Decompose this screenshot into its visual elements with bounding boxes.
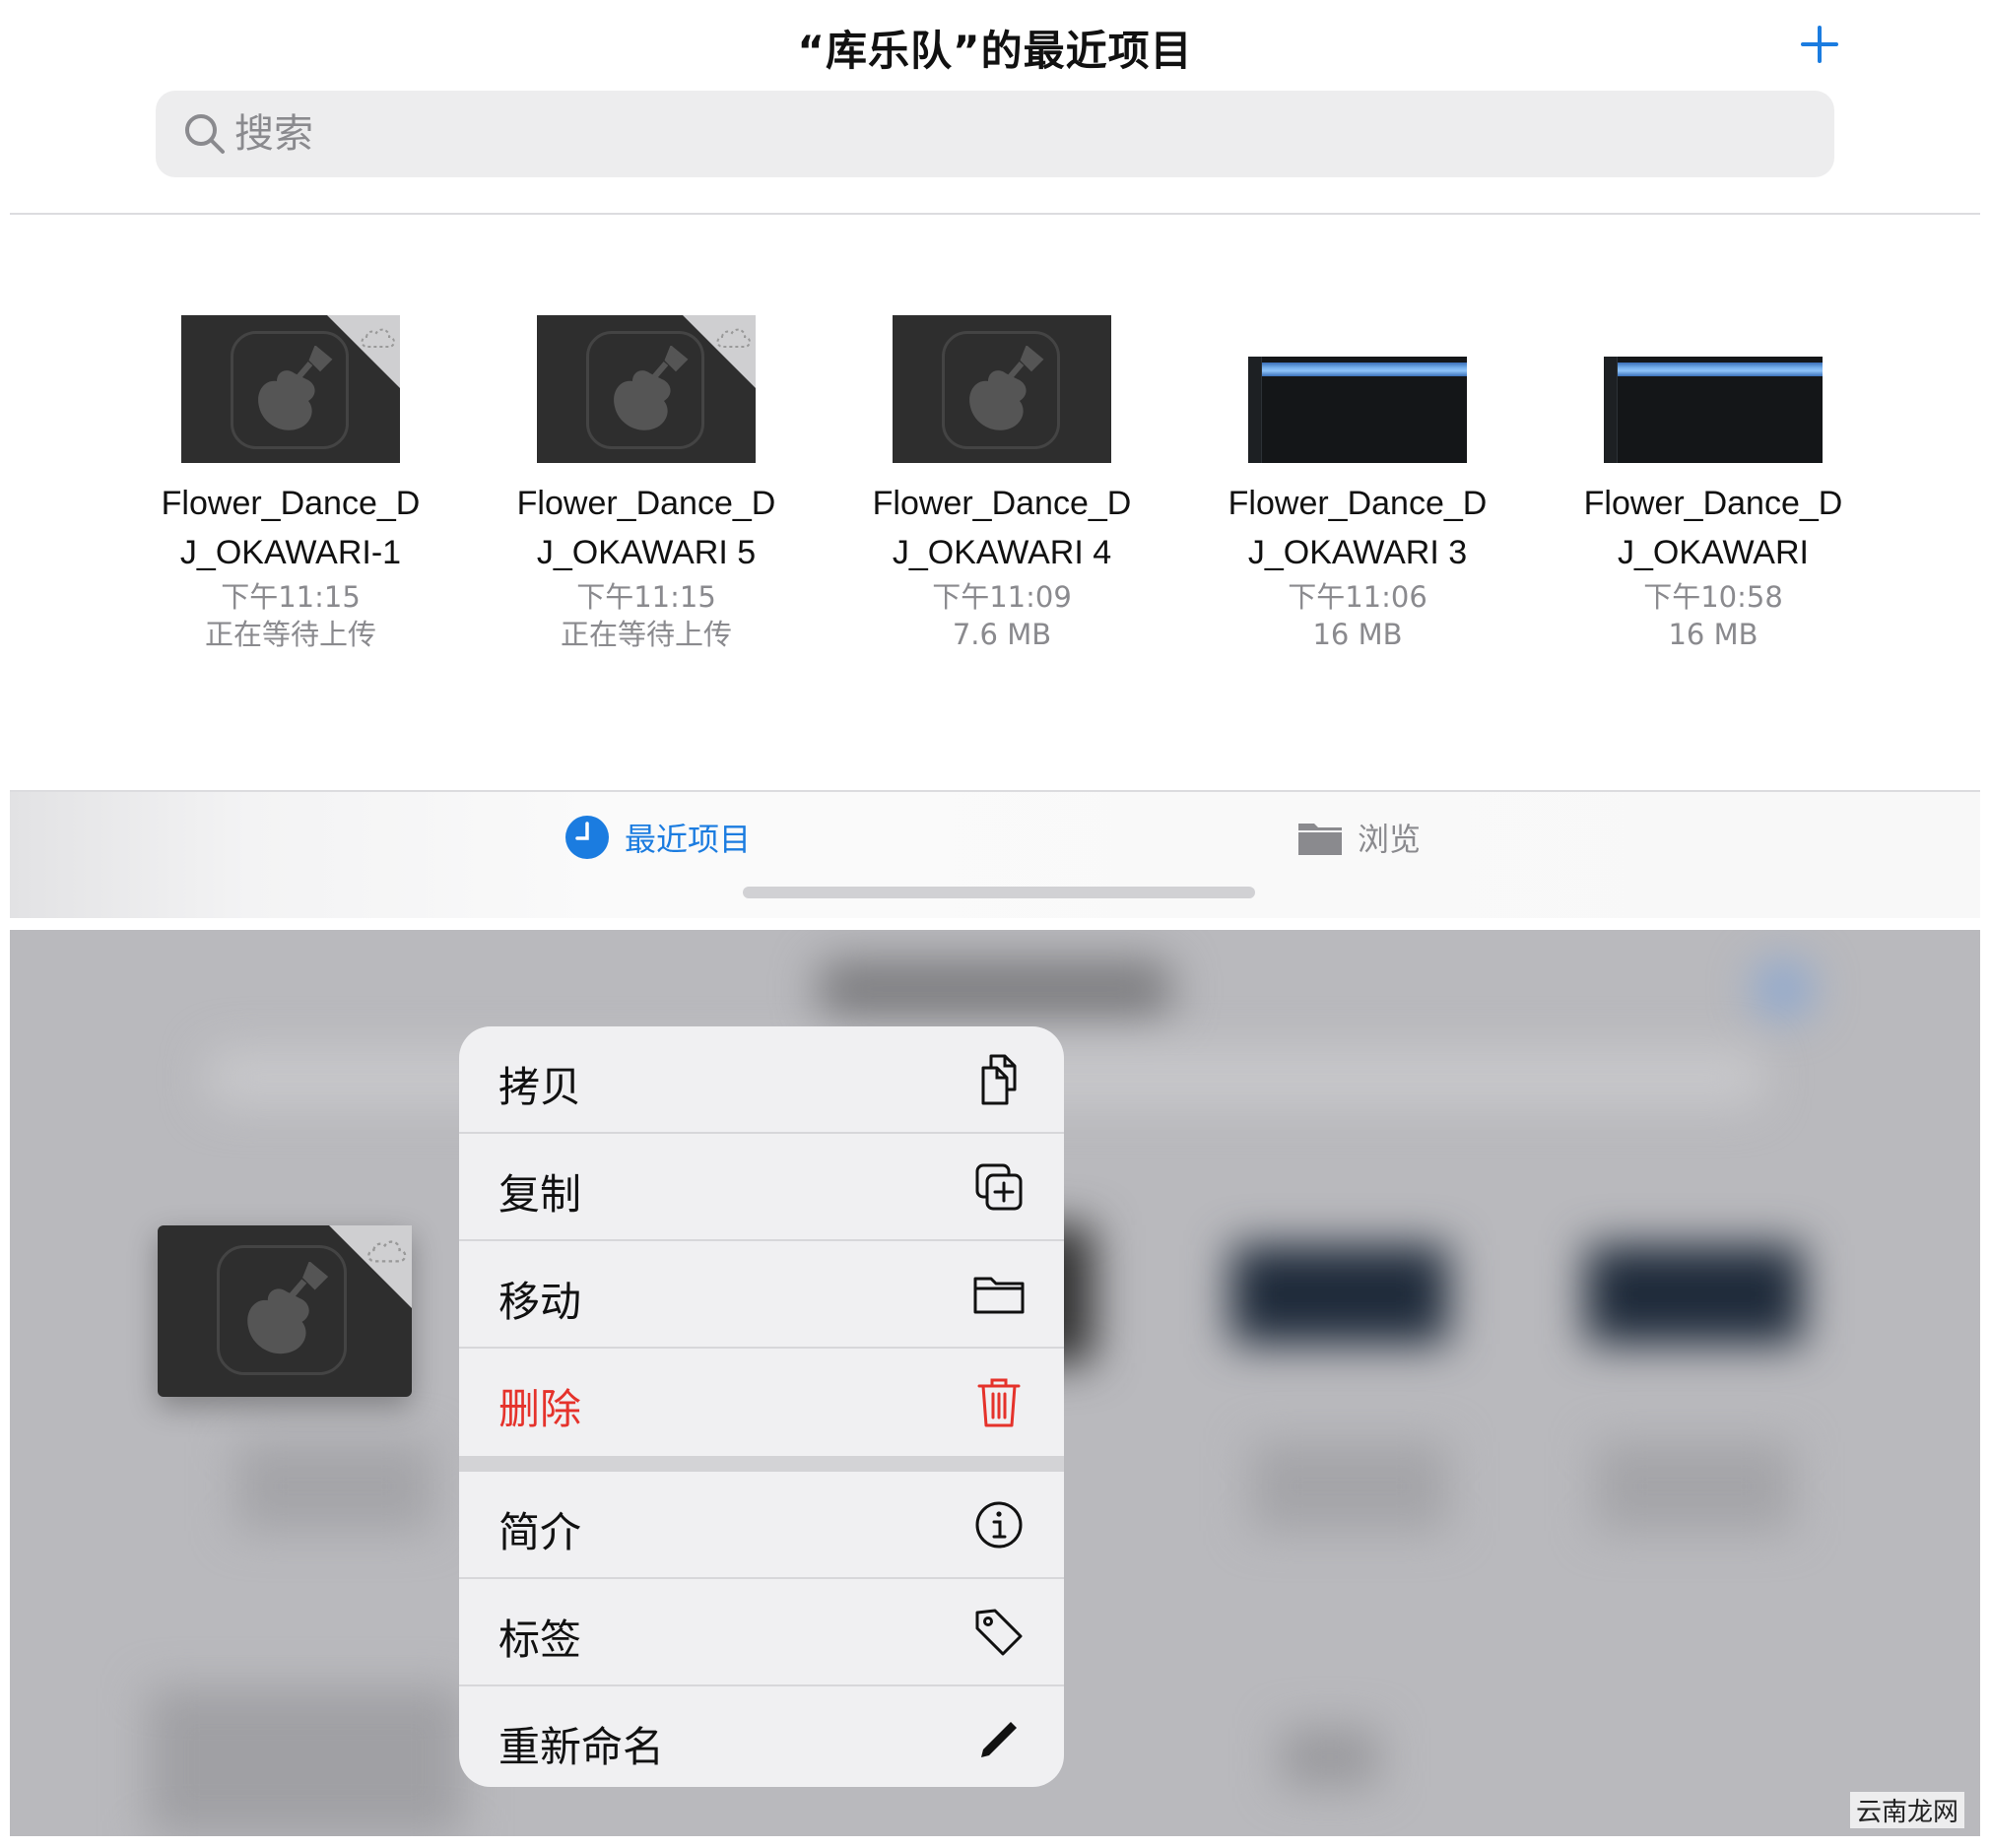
menu-item-rename[interactable]: 重新命名 <box>459 1686 1064 1787</box>
file-time: 下午11:09 <box>932 580 1072 614</box>
blurred-tab-icon <box>1281 1728 1379 1787</box>
search-bar[interactable] <box>156 91 1834 177</box>
file-item[interactable]: Flower_Dance_D J_OKAWARI 3 下午11:06 16 MB <box>1190 315 1525 652</box>
menu-item-copy[interactable]: 拷贝 <box>459 1026 1064 1134</box>
copy-icon <box>981 1054 1017 1105</box>
duplicate-icon <box>975 1163 1023 1211</box>
tab-bar: 最近项目 浏览 <box>10 790 1980 918</box>
file-status: 正在等待上传 <box>204 618 376 651</box>
info-icon <box>975 1501 1023 1549</box>
file-time: 下午11:15 <box>576 580 716 614</box>
file-time: 下午11:15 <box>221 580 361 614</box>
file-time: 下午10:58 <box>1643 580 1783 614</box>
file-size: 16 MB <box>1312 618 1403 651</box>
garageband-app-icon <box>217 1245 347 1375</box>
blurred-text <box>1596 1442 1793 1531</box>
tab-browse[interactable]: 浏览 <box>1296 810 1421 865</box>
menu-separator <box>459 1456 1064 1472</box>
divider <box>10 213 1980 215</box>
blurred-title <box>818 959 1172 1019</box>
file-name: Flower_Dance_D J_OKAWARI 3 <box>1227 485 1488 571</box>
menu-item-info[interactable]: 简介 <box>459 1472 1064 1579</box>
clock-icon <box>565 816 609 859</box>
file-name: Flower_Dance_D J_OKAWARI 5 <box>516 485 776 571</box>
menu-item-move[interactable]: 移动 <box>459 1241 1064 1349</box>
search-input[interactable] <box>234 102 826 165</box>
plus-icon <box>1801 26 1838 63</box>
cloud-pending-badge <box>327 315 400 388</box>
folder-icon <box>1298 824 1342 855</box>
file-item[interactable]: Flower_Dance_D J_OKAWARI-1 下午11:15 正在等待上传 <box>123 315 458 652</box>
guitar-icon <box>614 346 689 430</box>
menu-item-duplicate[interactable]: 复制 <box>459 1134 1064 1241</box>
blurred-add <box>1754 959 1813 1019</box>
file-status: 正在等待上传 <box>560 618 732 651</box>
trash-icon <box>977 1378 1021 1427</box>
context-menu: 拷贝 复制 移动 删除 简介 标签 重新命名 <box>459 1026 1064 1787</box>
file-grid: Flower_Dance_D J_OKAWARI-1 下午11:15 正在等待上传… <box>10 315 1980 670</box>
blurred-thumb <box>1586 1245 1803 1344</box>
file-time: 下午11:06 <box>1288 580 1427 614</box>
blurred-tab <box>148 1688 463 1836</box>
file-size: 7.6 MB <box>952 618 1052 651</box>
selected-file-preview[interactable] <box>158 1225 412 1397</box>
blurred-text <box>1251 1442 1448 1531</box>
file-item[interactable]: Flower_Dance_D J_OKAWARI 5 下午11:15 正在等待上传 <box>479 315 814 652</box>
tab-label: 最近项目 <box>625 821 752 858</box>
blurred-text <box>236 1442 433 1531</box>
menu-item-label: 复制 <box>498 1170 582 1219</box>
menu-item-delete[interactable]: 删除 <box>459 1349 1064 1456</box>
file-name: Flower_Dance_D J_OKAWARI <box>1583 485 1843 571</box>
garageband-app-icon <box>942 331 1060 449</box>
file-thumbnail <box>537 315 756 463</box>
blurred-thumb <box>1231 1245 1448 1344</box>
file-name: Flower_Dance_D J_OKAWARI-1 <box>161 485 421 571</box>
home-indicator[interactable] <box>743 887 1255 898</box>
file-name: Flower_Dance_D J_OKAWARI 4 <box>872 485 1132 571</box>
context-menu-screen: 拷贝 复制 移动 删除 简介 标签 重新命名 云南龙网 <box>10 930 1980 1836</box>
page-title: “库乐队”的最近项目 <box>797 27 1193 75</box>
menu-item-label: 重新命名 <box>498 1723 665 1771</box>
guitar-icon <box>247 1262 329 1354</box>
tag-icon <box>975 1609 1023 1656</box>
file-thumbnail <box>181 315 400 463</box>
menu-item-label: 简介 <box>498 1508 582 1556</box>
guitar-icon <box>258 346 333 430</box>
folder-icon <box>973 1277 1025 1314</box>
tab-label: 浏览 <box>1358 821 1422 858</box>
menu-item-label: 移动 <box>498 1278 582 1326</box>
file-item[interactable]: Flower_Dance_D J_OKAWARI 下午10:58 16 MB <box>1546 315 1881 652</box>
search-icon <box>185 114 225 154</box>
menu-item-label: 标签 <box>498 1616 582 1664</box>
tab-recents[interactable]: 最近项目 <box>564 810 751 865</box>
menu-item-tags[interactable]: 标签 <box>459 1579 1064 1686</box>
menu-item-label: 删除 <box>498 1385 582 1433</box>
waveform <box>1262 363 1467 376</box>
waveform <box>1618 363 1823 376</box>
file-thumbnail <box>1604 357 1823 463</box>
menu-item-label: 拷贝 <box>498 1063 582 1111</box>
add-button[interactable] <box>1795 20 1844 69</box>
file-item[interactable]: Flower_Dance_D J_OKAWARI 4 下午11:09 7.6 MB <box>834 315 1169 652</box>
file-thumbnail <box>1248 357 1467 463</box>
file-size: 16 MB <box>1668 618 1758 651</box>
file-thumbnail <box>893 315 1111 463</box>
cloud-pending-badge <box>329 1225 412 1308</box>
cloud-pending-badge <box>683 315 756 388</box>
guitar-icon <box>969 346 1044 430</box>
recents-screen: “库乐队”的最近项目 搜索 Flower_Dance_D J_OKAWARI-1… <box>10 0 1980 918</box>
pencil-icon <box>981 1722 1017 1757</box>
watermark: 云南龙网 <box>1849 1792 1964 1828</box>
